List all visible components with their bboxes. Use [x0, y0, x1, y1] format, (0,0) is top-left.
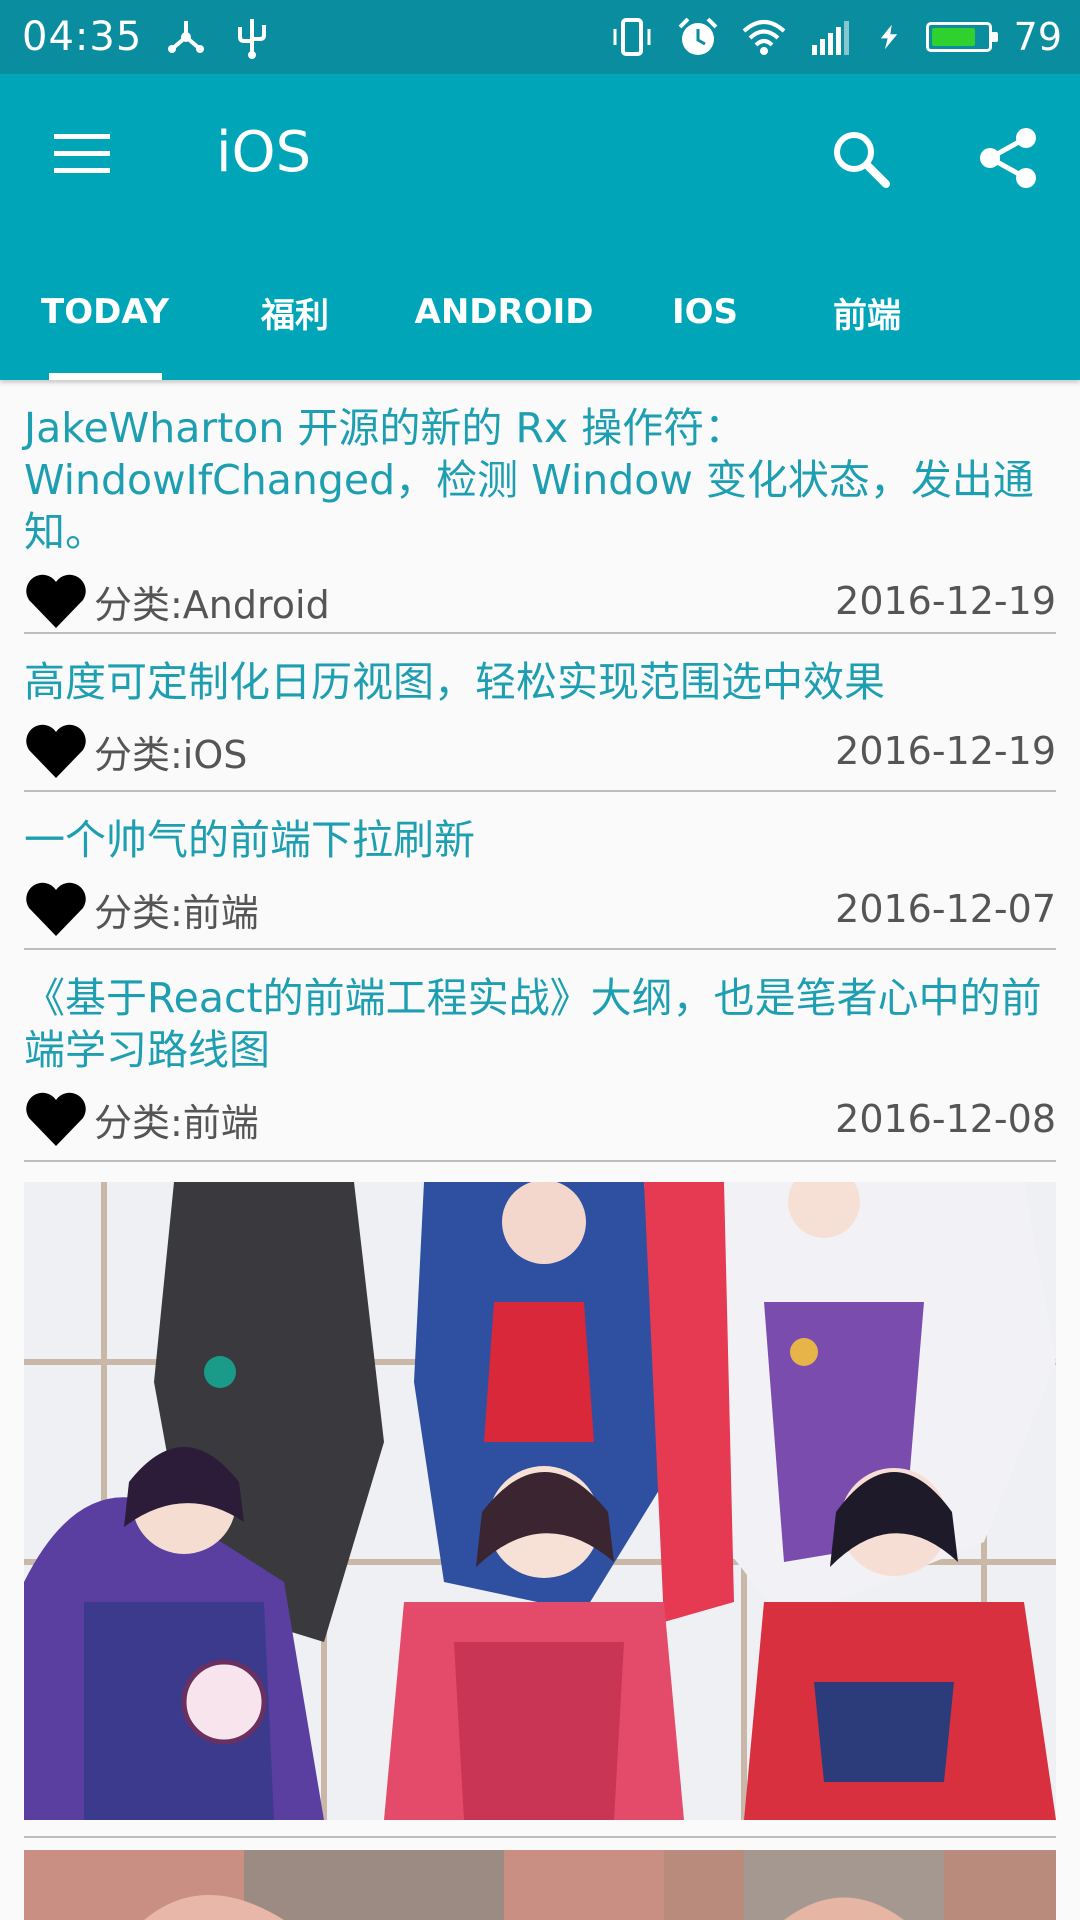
vibrate-icon — [613, 18, 651, 56]
tab-bar: TODAY 福利 ANDROID IOS 前端 — [0, 244, 1080, 380]
search-icon[interactable] — [830, 128, 892, 190]
item-meta: 分类:Android 2016-12-19 — [24, 566, 1056, 636]
item-meta: 分类:前端 2016-12-07 — [24, 874, 1056, 944]
item-category: 分类:前端 — [94, 1100, 259, 1145]
item-category: 分类:iOS — [94, 732, 248, 777]
item-date: 2016-12-19 — [835, 579, 1056, 623]
item-category: 分类:前端 — [94, 890, 259, 935]
cell-signal-4g-icon — [811, 21, 849, 55]
battery-fill — [931, 28, 975, 46]
tab-indicator — [49, 373, 162, 380]
item-category: 分类:Android — [94, 582, 330, 627]
list-item[interactable]: 《基于React的前端工程实战》大纲，也是笔者心中的前端学习路线图 分类:前端 … — [24, 950, 1056, 1162]
usb-icon — [238, 19, 267, 59]
gallery-photo[interactable] — [24, 1182, 1056, 1820]
status-time: 04:35 — [22, 14, 143, 60]
item-title[interactable]: 《基于React的前端工程实战》大纲，也是笔者心中的前端学习路线图 — [24, 950, 1056, 1076]
alarm-icon — [678, 17, 718, 55]
item-title[interactable]: JakeWharton 开源的新的 Rx 操作符：WindowIfChanged… — [24, 380, 1056, 558]
battery-icon — [925, 22, 998, 52]
list-item[interactable]: JakeWharton 开源的新的 Rx 操作符：WindowIfChanged… — [24, 380, 1056, 634]
gallery-photo[interactable] — [24, 1850, 1056, 1920]
item-title[interactable]: 高度可定制化日历视图，轻松实现范围选中效果 — [24, 634, 1056, 708]
tab-android[interactable]: ANDROID — [400, 244, 608, 380]
charging-icon — [880, 24, 897, 50]
article-list: JakeWharton 开源的新的 Rx 操作符：WindowIfChanged… — [24, 380, 1056, 1162]
list-item[interactable]: 高度可定制化日历视图，轻松实现范围选中效果 分类:iOS 2016-12-19 — [24, 634, 1056, 792]
tab-ios[interactable]: IOS — [640, 244, 770, 380]
item-meta: 分类:前端 2016-12-08 — [24, 1084, 1056, 1154]
heart-icon[interactable] — [24, 880, 88, 938]
item-date: 2016-12-08 — [835, 1097, 1056, 1141]
menu-icon[interactable] — [54, 132, 110, 176]
battery-level: 79 — [1013, 15, 1062, 59]
item-date: 2016-12-19 — [835, 729, 1056, 773]
wifi-icon — [742, 20, 785, 55]
list-item[interactable]: 一个帅气的前端下拉刷新 分类:前端 2016-12-07 — [24, 792, 1056, 950]
heart-icon[interactable] — [24, 572, 88, 630]
status-left: 04:35 — [0, 14, 274, 60]
item-title[interactable]: 一个帅气的前端下拉刷新 — [24, 792, 1056, 866]
app-bar: iOS — [0, 74, 1080, 244]
item-date: 2016-12-07 — [835, 887, 1056, 931]
page-title: iOS — [216, 120, 312, 185]
divider — [24, 1836, 1056, 1838]
tab-today[interactable]: TODAY — [20, 244, 190, 380]
status-bar: 04:35 79 — [0, 0, 1080, 74]
share-icon[interactable] — [976, 126, 1040, 190]
tab-frontend[interactable]: 前端 — [800, 244, 934, 380]
tab-fuli[interactable]: 福利 — [220, 244, 370, 380]
heart-icon[interactable] — [24, 722, 88, 780]
heart-icon[interactable] — [24, 1090, 88, 1148]
status-right: 79 — [610, 0, 1062, 74]
share-network-icon — [168, 21, 205, 53]
item-meta: 分类:iOS 2016-12-19 — [24, 716, 1056, 786]
